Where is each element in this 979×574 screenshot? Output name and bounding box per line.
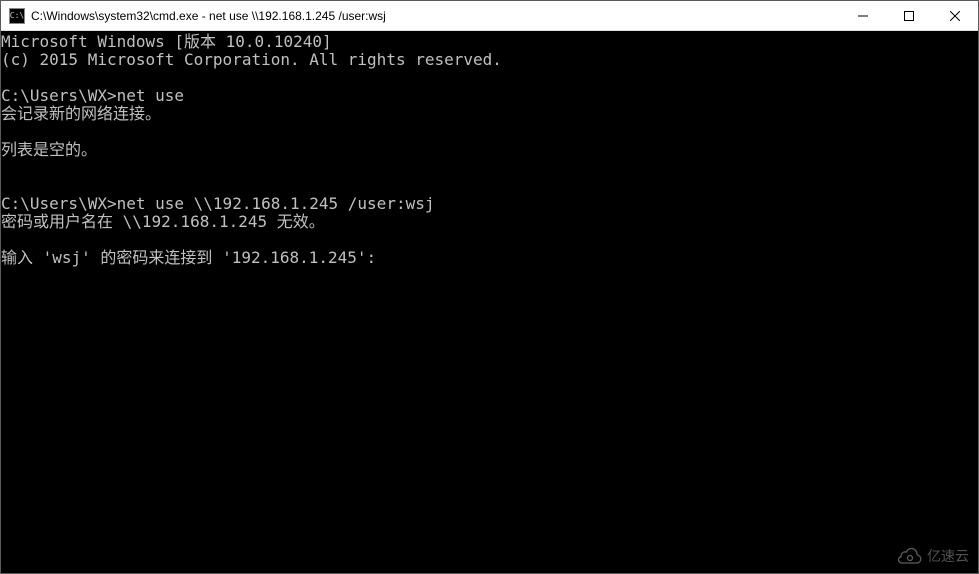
terminal-line: [1, 123, 978, 141]
close-button[interactable]: [932, 1, 978, 30]
terminal-line: [1, 69, 978, 87]
maximize-button[interactable]: [886, 1, 932, 30]
watermark-text: 亿速云: [927, 546, 969, 566]
minimize-button[interactable]: [840, 1, 886, 30]
terminal-line: C:\Users\WX>net use: [1, 87, 978, 105]
terminal-line: 会记录新的网络连接。: [1, 105, 978, 123]
terminal-line: [1, 159, 978, 177]
terminal-area[interactable]: Microsoft Windows [版本 10.0.10240](c) 201…: [1, 31, 978, 573]
window-controls: [840, 1, 978, 30]
terminal-line: [1, 231, 978, 249]
close-icon: [950, 11, 960, 21]
terminal-line: Microsoft Windows [版本 10.0.10240]: [1, 33, 978, 51]
terminal-line: 输入 'wsj' 的密码来连接到 '192.168.1.245':: [1, 249, 978, 267]
watermark: 亿速云: [897, 546, 969, 566]
terminal-line: [1, 177, 978, 195]
terminal-line: 密码或用户名在 \\192.168.1.245 无效。: [1, 213, 978, 231]
cloud-icon: [897, 547, 923, 565]
maximize-icon: [904, 11, 914, 21]
terminal-line: (c) 2015 Microsoft Corporation. All righ…: [1, 51, 978, 69]
minimize-icon: [858, 11, 868, 21]
terminal-output: Microsoft Windows [版本 10.0.10240](c) 201…: [1, 33, 978, 267]
window-title: C:\Windows\system32\cmd.exe - net use \\…: [31, 9, 840, 23]
cmd-icon: C:\: [9, 8, 25, 24]
terminal-line: 列表是空的。: [1, 141, 978, 159]
cmd-window: C:\ C:\Windows\system32\cmd.exe - net us…: [0, 0, 979, 574]
titlebar[interactable]: C:\ C:\Windows\system32\cmd.exe - net us…: [1, 1, 978, 31]
terminal-line: C:\Users\WX>net use \\192.168.1.245 /use…: [1, 195, 978, 213]
